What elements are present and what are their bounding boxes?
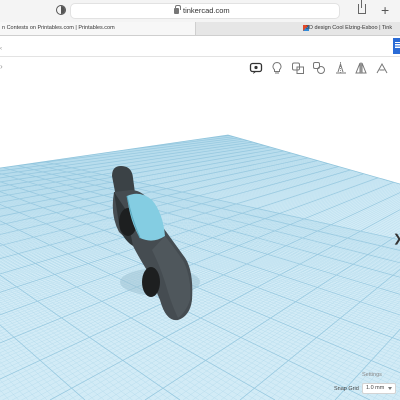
browser-toolbar: tinkercad.com + — [0, 0, 400, 22]
back-chevron-icon[interactable]: ‹ — [0, 46, 2, 52]
lightbulb-icon[interactable] — [270, 61, 284, 75]
snap-grid-select[interactable]: 1.0 mm — [362, 383, 396, 394]
tab-tinkercad[interactable]: 3D design Cool Elzing-Esboo | Tink — [298, 22, 400, 35]
snap-grid-value: 1.0 mm — [366, 385, 385, 391]
panel-toggle[interactable]: › — [0, 62, 3, 71]
chevron-down-icon — [388, 387, 392, 390]
tab-printables[interactable]: n Contests on Printables.com | Printable… — [0, 22, 196, 35]
lock-icon — [174, 5, 181, 14]
align-icon[interactable] — [334, 61, 348, 75]
workplane-toolbar: › — [0, 57, 400, 79]
snap-grid-label: Snap Grid — [334, 386, 359, 392]
workplane-viewport[interactable]: ❯ — [0, 79, 400, 400]
new-tab-button[interactable]: + — [381, 1, 389, 19]
apps-grid-icon[interactable] — [393, 38, 400, 54]
cruise-icon[interactable] — [375, 61, 389, 75]
right-panel-handle[interactable]: ❯ — [393, 232, 400, 245]
sidebar-icon[interactable] — [56, 5, 66, 15]
tinkercad-header — [0, 36, 400, 57]
tab-bar: n Contests on Printables.com | Printable… — [0, 22, 400, 36]
ungroup-icon[interactable] — [312, 61, 326, 75]
share-icon[interactable] — [358, 0, 366, 14]
mirror-icon[interactable] — [354, 61, 368, 75]
settings-button[interactable]: Settings — [362, 372, 382, 378]
group-icon[interactable] — [291, 61, 305, 75]
note-icon[interactable] — [249, 61, 263, 75]
workplane-scene[interactable] — [0, 79, 400, 400]
address-bar[interactable]: tinkercad.com — [70, 3, 340, 19]
url-text: tinkercad.com — [183, 6, 230, 15]
tinkercad-browser-window: tinkercad.com + n Contests on Printables… — [0, 0, 400, 400]
